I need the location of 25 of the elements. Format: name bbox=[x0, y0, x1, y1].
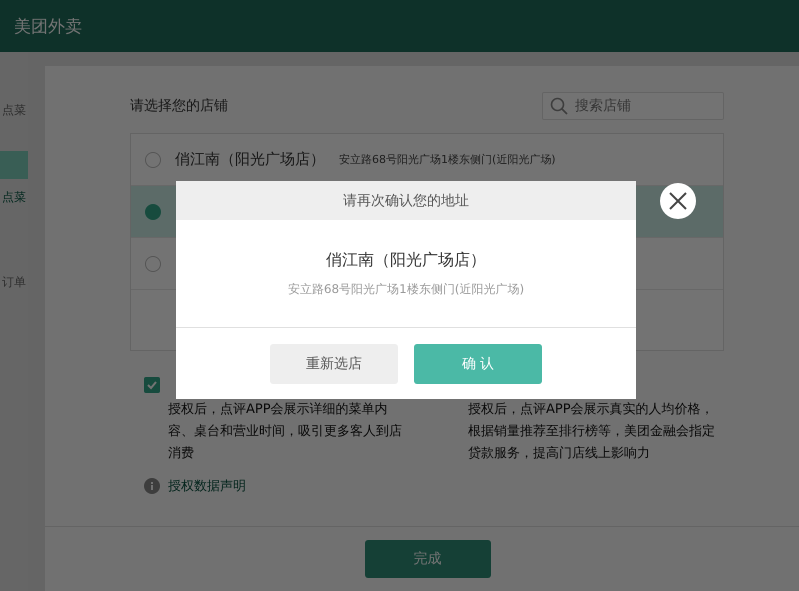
sidebar-item[interactable]: 点菜 bbox=[2, 102, 26, 119]
store-address: 安立路68号阳光广场1楼东侧门(近阳光广场) bbox=[339, 152, 556, 167]
section-title: 请选择您的店铺 bbox=[130, 97, 228, 115]
dialog-title: 请再次确认您的地址 bbox=[343, 192, 469, 210]
store-name: 俏江南（阳光广场店） bbox=[175, 150, 325, 169]
info-link[interactable]: 授权数据声明 bbox=[168, 477, 246, 495]
store-name: 俏江南（阳光广场店） bbox=[326, 250, 486, 270]
reselect-button[interactable]: 重新选店 bbox=[270, 344, 398, 384]
radio-button[interactable] bbox=[145, 152, 161, 168]
tile-icon bbox=[0, 151, 28, 179]
description-text: 授权后，点评APP会展示详细的菜单内容、桌台和营业时间，吸引更多客人到店消费 bbox=[168, 401, 403, 463]
store-address: 安立路68号阳光广场1楼东侧门(近阳光广场) bbox=[288, 280, 524, 298]
radio-button[interactable] bbox=[145, 256, 161, 272]
checkbox[interactable] bbox=[144, 377, 160, 393]
search-field[interactable]: 搜索店铺 bbox=[542, 92, 724, 120]
close-icon bbox=[668, 191, 688, 211]
confirm-button[interactable]: 确 认 bbox=[414, 344, 542, 384]
description-text: 授权后，点评APP会展示真实的人均价格，根据销量推荐至排行榜等，美团金融会指定贷款服务，提高门店线上影响力 bbox=[468, 401, 716, 463]
radio-button[interactable] bbox=[145, 204, 161, 220]
sidebar-item[interactable]: 点菜 bbox=[0, 151, 28, 206]
done-button[interactable]: 完成 bbox=[364, 540, 490, 578]
app-title: 美团外卖 bbox=[14, 16, 82, 38]
sidebar-item[interactable]: 订单 bbox=[2, 274, 26, 291]
info-icon bbox=[144, 478, 160, 494]
check-icon bbox=[146, 379, 158, 391]
